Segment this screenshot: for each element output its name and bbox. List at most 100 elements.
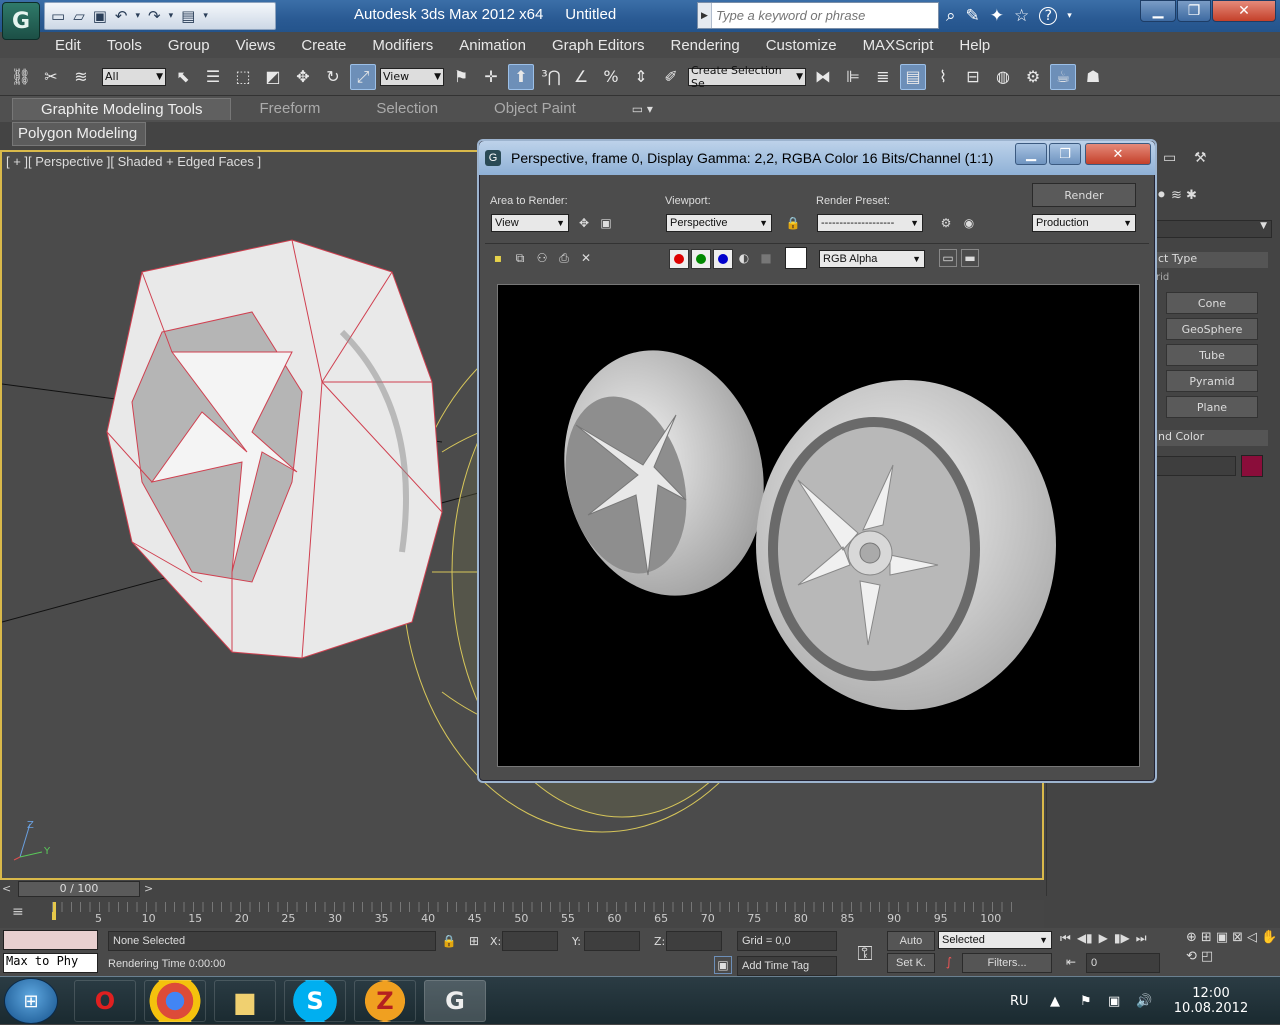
current-frame-field[interactable]: 0 — [1086, 953, 1160, 973]
time-slider-thumb[interactable]: 0 / 100 — [18, 881, 140, 897]
language-indicator[interactable]: RU — [1010, 994, 1050, 1009]
key-tangent-icon[interactable]: ∫ — [940, 953, 958, 971]
close-button[interactable]: ✕ — [1212, 0, 1276, 22]
curve-editor-mini-icon[interactable]: ≡ — [12, 904, 24, 920]
maxscript-mini-listener[interactable] — [3, 930, 98, 950]
clone-window-icon[interactable]: ⚇ — [533, 249, 551, 267]
subscription-key-icon[interactable]: ✎ — [966, 6, 980, 26]
go-to-end-icon[interactable]: ⏭ — [1136, 931, 1147, 946]
time-slider-prev-icon[interactable]: < — [2, 882, 11, 895]
object-category-dropdown[interactable]: ▼ — [1156, 220, 1272, 238]
time-tag-icon[interactable]: ▣ — [714, 956, 732, 974]
select-object-icon[interactable]: ⬉ — [170, 64, 196, 90]
app-logo-icon[interactable]: G — [2, 2, 40, 40]
maximize-button[interactable]: ❐ — [1177, 0, 1211, 22]
green-channel-toggle[interactable] — [691, 249, 711, 269]
auto-region-icon[interactable]: ▣ — [597, 214, 615, 232]
unlink-icon[interactable]: ✂ — [38, 64, 64, 90]
toggle-ui-icon[interactable]: ▬ — [961, 249, 979, 267]
schematic-view-icon[interactable]: ⊟ — [960, 64, 986, 90]
area-to-render-dropdown[interactable]: View ▼ — [491, 214, 569, 232]
play-icon[interactable]: ▶ — [1099, 931, 1108, 946]
keyboard-shortcut-override-icon[interactable]: ⬆ — [508, 63, 534, 90]
render-setup-icon[interactable]: ⚙ — [937, 214, 955, 232]
save-icon[interactable]: ▣ — [93, 7, 107, 25]
key-mode-icon[interactable]: ⇤ — [1062, 953, 1080, 971]
next-frame-icon[interactable]: ▮▶ — [1114, 931, 1130, 946]
blue-channel-toggle[interactable] — [713, 249, 733, 269]
geosphere-button[interactable]: GeoSphere — [1166, 318, 1258, 340]
key-filters-button[interactable]: Filters... — [962, 953, 1052, 973]
field-of-view-icon[interactable]: ◁ — [1247, 930, 1257, 945]
menu-create[interactable]: Create — [288, 37, 359, 54]
environment-icon[interactable]: ◉ — [960, 214, 978, 232]
x-coordinate-field[interactable] — [502, 931, 558, 951]
go-to-start-icon[interactable]: ⏮ — [1060, 931, 1071, 946]
maxscript-input[interactable]: Max to Phy — [3, 953, 98, 973]
tab-graphite-modeling-tools[interactable]: Graphite Modeling Tools — [12, 98, 232, 120]
pan-icon[interactable]: ✋ — [1261, 930, 1277, 945]
alpha-channel-icon[interactable]: ◐ — [735, 249, 753, 267]
use-pivot-center-icon[interactable]: ⚑ — [448, 64, 474, 90]
zoom-extents-all-icon[interactable]: ⊠ — [1232, 930, 1243, 945]
time-slider[interactable]: < 0 / 100 > — [0, 880, 1044, 898]
lock-icon[interactable]: 🔒 — [784, 214, 802, 232]
start-button[interactable]: ⊞ — [4, 978, 58, 1024]
project-folder-icon[interactable]: ▤ — [181, 7, 195, 25]
new-file-icon[interactable]: ▭ — [51, 7, 65, 25]
orbit-icon[interactable]: ⟲ — [1186, 949, 1197, 964]
show-hidden-icons-icon[interactable]: ▲ — [1050, 994, 1080, 1009]
add-time-tag[interactable]: Add Time Tag — [737, 956, 837, 976]
absolute-mode-icon[interactable]: ⊞ — [465, 932, 483, 950]
window-crossing-icon[interactable]: ◩ — [260, 64, 286, 90]
chrome-icon[interactable] — [144, 980, 206, 1022]
set-key-button[interactable]: Set K. — [887, 953, 935, 973]
channel-display-dropdown[interactable]: RGB Alpha ▼ — [819, 250, 925, 268]
selection-filter-dropdown[interactable]: All ▼ — [102, 67, 166, 86]
zoom-icon[interactable]: ⊕ — [1186, 930, 1197, 945]
tab-freeform[interactable]: Freeform — [231, 98, 348, 120]
plane-button[interactable]: Plane — [1166, 396, 1258, 418]
object-color-swatch[interactable] — [1241, 455, 1263, 477]
graphite-toggle-icon[interactable]: ▤ — [900, 63, 926, 90]
open-file-icon[interactable]: ▱ — [73, 7, 85, 25]
select-by-name-icon[interactable]: ☰ — [200, 64, 226, 90]
menu-views[interactable]: Views — [223, 37, 289, 54]
skype-icon[interactable]: S — [284, 980, 346, 1022]
copy-image-icon[interactable]: ⧉ — [511, 249, 529, 267]
3dsmax-taskbar-icon[interactable]: G — [424, 980, 486, 1022]
named-selection-dropdown[interactable]: Create Selection Se ▼ — [688, 64, 806, 90]
snaps-toggle-icon[interactable]: ³⋂ — [538, 64, 564, 90]
menu-group[interactable]: Group — [155, 37, 223, 54]
save-image-icon[interactable]: ▪ — [489, 249, 507, 267]
reference-coordinate-dropdown[interactable]: View ▼ — [380, 67, 444, 86]
spinner-snap-icon[interactable]: ⇕ — [628, 64, 654, 90]
monochrome-icon[interactable]: ■ — [757, 249, 775, 267]
align-icon[interactable]: ⊫ — [840, 64, 866, 90]
redo-dropdown-icon[interactable]: ▾ — [169, 11, 174, 21]
auto-key-button[interactable]: Auto — [887, 931, 935, 951]
rendered-frame-window-icon[interactable]: ☕ — [1050, 63, 1076, 90]
z-coordinate-field[interactable] — [666, 931, 722, 951]
curve-editor-icon[interactable]: ⌇ — [930, 64, 956, 90]
angle-snap-icon[interactable]: ∠ — [568, 64, 594, 90]
percent-snap-icon[interactable]: % — [598, 64, 624, 90]
pyramid-button[interactable]: Pyramid — [1166, 370, 1258, 392]
menu-rendering[interactable]: Rendering — [657, 37, 752, 54]
communication-center-icon[interactable]: ✦ — [990, 6, 1004, 26]
opera-icon[interactable]: O — [74, 980, 136, 1022]
tab-selection[interactable]: Selection — [348, 98, 466, 120]
time-slider-next-icon[interactable]: > — [144, 882, 153, 895]
menu-modifiers[interactable]: Modifiers — [359, 37, 446, 54]
object-name-field[interactable] — [1156, 456, 1236, 476]
selection-lock-icon[interactable]: 🔒 — [440, 932, 458, 950]
explorer-folder-icon[interactable]: ▆ — [214, 980, 276, 1022]
undo-dropdown-icon[interactable]: ▾ — [136, 11, 141, 21]
redo-icon[interactable]: ↷ — [148, 7, 161, 25]
edit-named-selection-icon[interactable]: ✐ — [658, 64, 684, 90]
clock[interactable]: 12:00 10.08.2012 — [1166, 986, 1256, 1016]
name-color-rollout[interactable]: nd Color — [1156, 430, 1268, 446]
display-tab-icon[interactable]: ▭ — [1163, 150, 1187, 170]
ribbon-options-icon[interactable]: ▭ ▾ — [632, 102, 653, 116]
viewport-label[interactable]: [ + ][ Perspective ][ Shaded + Edged Fac… — [6, 154, 261, 169]
